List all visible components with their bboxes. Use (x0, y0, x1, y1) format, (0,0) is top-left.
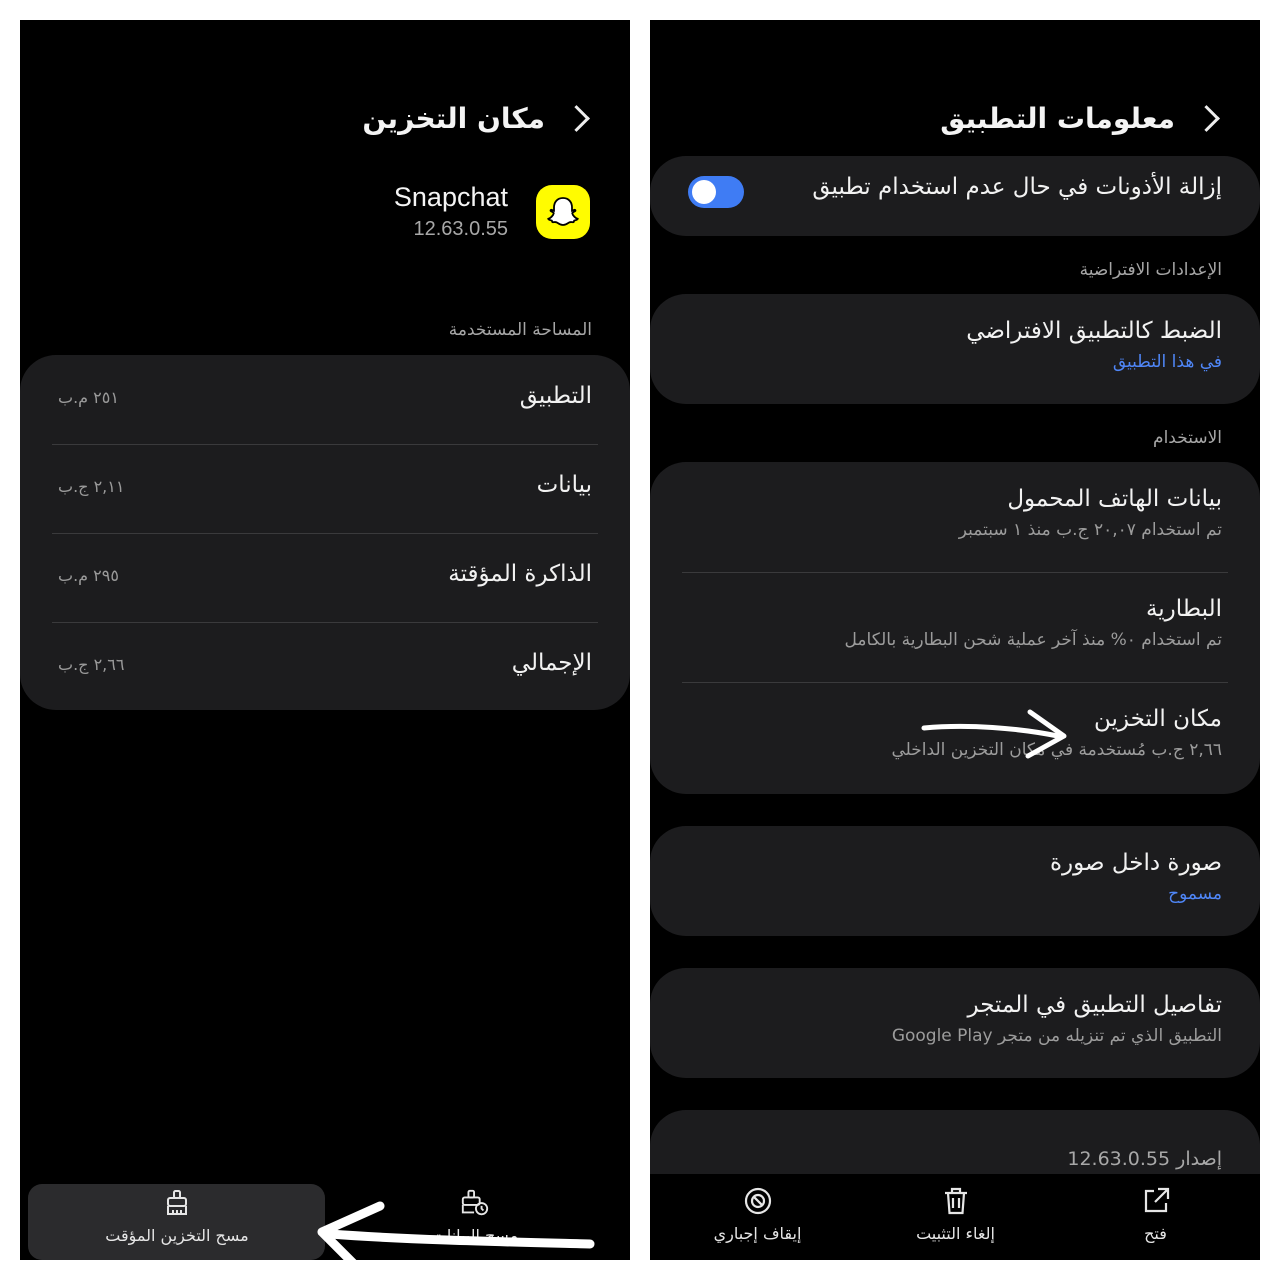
pip-sub: مسموح (1168, 884, 1222, 904)
row-label: التطبيق (519, 383, 592, 409)
app-info-header: معلومات التطبيق (940, 102, 1220, 135)
store-sub: التطبيق الذي تم تنزيله من متجر Google Pl… (891, 1026, 1222, 1046)
storage-header: مكان التخزين (362, 102, 590, 135)
remove-permissions-label: إزالة الأذونات في حال عدم استخدام تطبيق (812, 174, 1222, 200)
battery-title: البطارية (1145, 596, 1222, 622)
back-icon[interactable] (1193, 105, 1220, 132)
page-title: مكان التخزين (362, 102, 545, 135)
row-value: ٢٩٥ م.ب (58, 566, 119, 585)
annotation-arrow-icon (921, 709, 1067, 759)
set-default-sub: في هذا التطبيق (1112, 352, 1222, 372)
store-title: تفاصيل التطبيق في المتجر (967, 992, 1222, 1018)
broom-icon (162, 1188, 192, 1218)
storage-row-total: الإجمالي ٢,٦٦ ج.ب (20, 622, 630, 711)
uninstall-label: إلغاء التثبيت (916, 1224, 995, 1243)
annotation-arrow-icon (317, 1201, 595, 1260)
remove-permissions-card[interactable]: إزالة الأذونات في حال عدم استخدام تطبيق (650, 156, 1260, 236)
force-stop-button[interactable]: إيقاف إجباري (680, 1186, 835, 1243)
snapchat-icon (536, 185, 590, 239)
storage-row-data: بيانات ٢,١١ ج.ب (20, 444, 630, 533)
row-label: الإجمالي (511, 650, 592, 676)
remove-permissions-toggle[interactable] (688, 176, 744, 208)
app-name: Snapchat (393, 182, 508, 212)
page-title: معلومات التطبيق (940, 102, 1175, 135)
row-value: ٢,١١ ج.ب (58, 477, 125, 496)
version-label: إصدار 12.63.0.55 (1067, 1148, 1222, 1170)
app-info-screen: معلومات التطبيق إزالة الأذونات في حال عد… (650, 20, 1260, 1260)
row-value: ٢٥١ م.ب (58, 388, 119, 407)
mobile-data-item[interactable]: بيانات الهاتف المحمول تم استخدام ٢٠,٠٧ ج… (650, 486, 1260, 540)
mobile-data-title: بيانات الهاتف المحمول (1007, 486, 1222, 512)
row-label: بيانات (536, 472, 592, 498)
storage-row-app: التطبيق ٢٥١ م.ب (20, 355, 630, 444)
usage-section-label: الاستخدام (1153, 428, 1222, 448)
defaults-section-label: الإعدادات الافتراضية (1079, 260, 1222, 280)
usage-card: بيانات الهاتف المحمول تم استخدام ٢٠,٠٧ ج… (650, 462, 1260, 794)
open-external-icon (1141, 1186, 1171, 1216)
trash-icon (941, 1186, 971, 1216)
pip-card[interactable]: صورة داخل صورة مسموح (650, 826, 1260, 936)
open-label: فتح (1144, 1224, 1167, 1243)
row-label: الذاكرة المؤقتة (448, 561, 592, 587)
block-icon (743, 1186, 773, 1216)
open-button[interactable]: فتح (1078, 1186, 1233, 1243)
app-version: 12.63.0.55 (413, 218, 508, 240)
used-space-label: المساحة المستخدمة (448, 320, 592, 340)
storage-card: التطبيق ٢٥١ م.ب بيانات ٢,١١ ج.ب الذاكرة … (20, 355, 630, 710)
set-default-card[interactable]: الضبط كالتطبيق الافتراضي في هذا التطبيق (650, 294, 1260, 404)
clear-cache-label: مسح التخزين المؤقت (105, 1226, 249, 1245)
battery-item[interactable]: البطارية تم استخدام ٠% منذ آخر عملية شحن… (650, 596, 1260, 650)
clear-cache-button[interactable]: مسح التخزين المؤقت (92, 1188, 262, 1245)
battery-sub: تم استخدام ٠% منذ آخر عملية شحن البطارية… (844, 630, 1222, 650)
force-stop-label: إيقاف إجباري (713, 1224, 802, 1243)
toggle-knob (692, 180, 716, 204)
back-icon[interactable] (563, 105, 590, 132)
set-default-title: الضبط كالتطبيق الافتراضي (966, 318, 1222, 344)
uninstall-button[interactable]: إلغاء التثبيت (878, 1186, 1033, 1243)
store-details-card[interactable]: تفاصيل التطبيق في المتجر التطبيق الذي تم… (650, 968, 1260, 1078)
pip-title: صورة داخل صورة (1049, 850, 1222, 876)
storage-row-cache: الذاكرة المؤقتة ٢٩٥ م.ب (20, 533, 630, 622)
row-value: ٢,٦٦ ج.ب (58, 655, 125, 674)
storage-screen: مكان التخزين Snapchat 12.63.0.55 المساحة… (20, 20, 630, 1260)
mobile-data-sub: تم استخدام ٢٠,٠٧ ج.ب منذ ١ سبتمبر (958, 520, 1222, 540)
